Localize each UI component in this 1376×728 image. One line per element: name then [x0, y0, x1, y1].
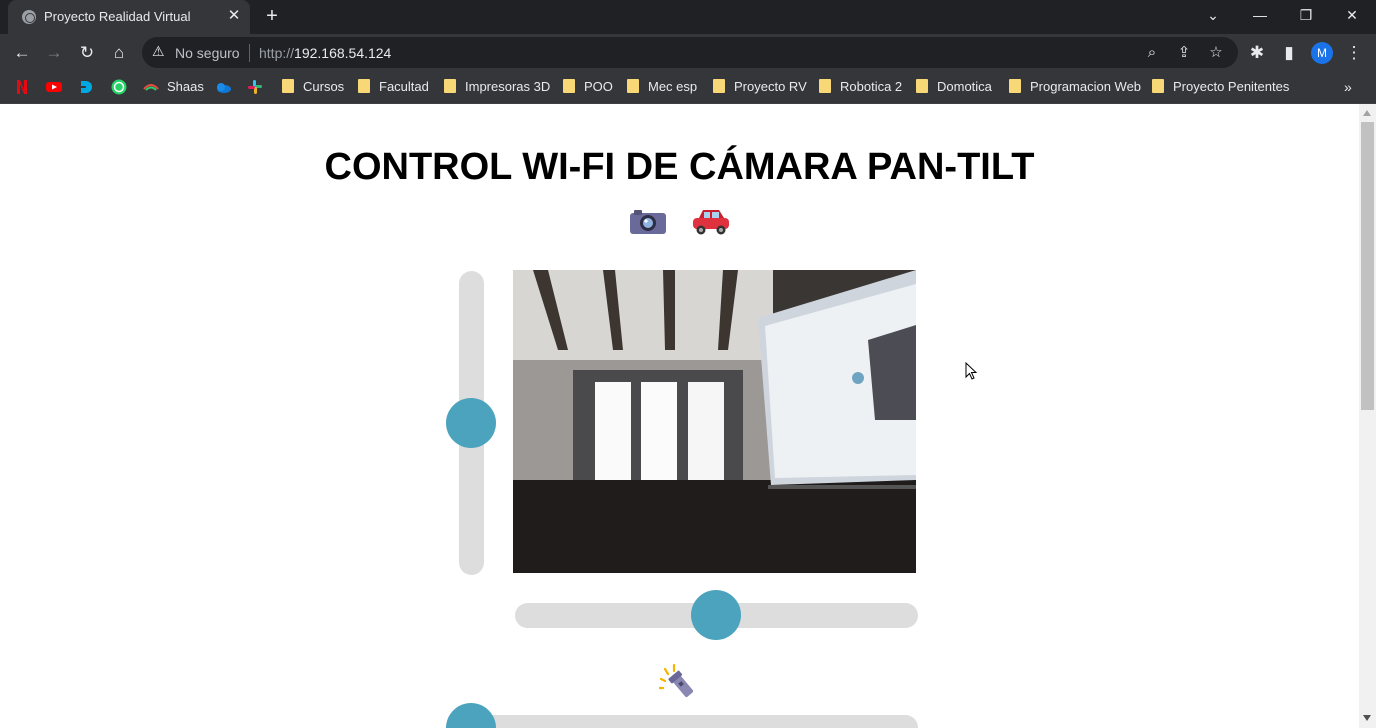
- pan-slider-thumb[interactable]: [691, 590, 741, 640]
- tab-strip: Proyecto Realidad Virtual ✕ + ⌄ — ❐ ✕: [0, 0, 1376, 34]
- url-text[interactable]: http://192.168.54.124: [259, 45, 391, 61]
- bookmarks-bar: Shaas Cursos Facultad Impresoras 3D POO …: [0, 71, 1376, 104]
- folder-icon: [1152, 79, 1164, 93]
- bookmark-folder-impresoras[interactable]: Impresoras 3D: [444, 77, 550, 97]
- menu-icon[interactable]: ⋮: [1342, 41, 1366, 65]
- bookmark-folder-proyecto-penitentes[interactable]: Proyecto Penitentes: [1152, 77, 1289, 97]
- tab-close-icon[interactable]: ✕: [226, 8, 242, 24]
- youtube-icon[interactable]: [46, 79, 62, 95]
- folder-icon: [627, 79, 639, 93]
- bookmark-folder-proyecto-rv[interactable]: Proyecto RV: [713, 77, 807, 97]
- star-icon[interactable]: ☆: [1206, 43, 1226, 63]
- extensions-icon[interactable]: ✱: [1245, 41, 1269, 65]
- tilt-slider-thumb[interactable]: [446, 398, 496, 448]
- tab-title: Proyecto Realidad Virtual: [44, 9, 191, 24]
- back-icon[interactable]: ←: [10, 41, 34, 65]
- folder-icon: [1009, 79, 1021, 93]
- folder-icon: [282, 79, 294, 93]
- restore-button[interactable]: ❐: [1293, 4, 1319, 26]
- scrollbar-thumb[interactable]: [1361, 122, 1374, 410]
- whatsapp-icon[interactable]: [111, 79, 127, 95]
- bookmark-folder-facultad[interactable]: Facultad: [358, 77, 429, 97]
- camera-icon: [630, 210, 666, 234]
- bookmark-folder-domotica[interactable]: Domotica: [916, 77, 992, 97]
- page-content: CONTROL WI-FI DE CÁMARA PAN-TILT: [0, 104, 1359, 728]
- bookmark-folder-mec-esp[interactable]: Mec esp: [627, 77, 697, 97]
- profile-avatar[interactable]: M: [1311, 42, 1333, 64]
- folder-icon: [444, 79, 456, 93]
- folder-icon: [563, 79, 575, 93]
- divider: [249, 44, 250, 62]
- home-icon[interactable]: ⌂: [107, 41, 131, 65]
- shaas-icon[interactable]: [143, 79, 159, 95]
- page-title: CONTROL WI-FI DE CÁMARA PAN-TILT: [324, 146, 1035, 188]
- tab-search-icon[interactable]: ⌄: [1200, 4, 1226, 26]
- bookmark-folder-poo[interactable]: POO: [563, 77, 613, 97]
- scroll-up-icon[interactable]: [1363, 110, 1371, 116]
- folder-icon: [358, 79, 370, 93]
- close-window-button[interactable]: ✕: [1339, 4, 1365, 26]
- scroll-down-icon[interactable]: [1363, 715, 1371, 721]
- new-tab-button[interactable]: +: [262, 6, 282, 26]
- warning-icon[interactable]: ⚠: [152, 43, 165, 60]
- car-icon: [693, 210, 729, 235]
- folder-icon: [713, 79, 725, 93]
- address-bar[interactable]: ⚠ No seguro http://192.168.54.124 ⌕ ⇪ ☆: [142, 37, 1238, 68]
- tab-active[interactable]: Proyecto Realidad Virtual ✕: [8, 0, 250, 34]
- forward-icon[interactable]: →: [42, 41, 66, 65]
- bookmark-folder-cursos[interactable]: Cursos: [282, 77, 344, 97]
- light-slider-thumb[interactable]: [446, 703, 496, 728]
- camera-stream-image: [513, 270, 916, 573]
- more-bookmarks-icon[interactable]: »: [1344, 77, 1352, 97]
- onedrive-icon[interactable]: [215, 79, 231, 95]
- slack-icon[interactable]: [247, 79, 263, 95]
- netflix-icon[interactable]: [14, 79, 30, 95]
- folder-icon: [819, 79, 831, 93]
- bookmark-folder-programacion-web[interactable]: Programacion Web: [1009, 77, 1141, 97]
- minimize-button[interactable]: —: [1247, 4, 1273, 26]
- folder-icon: [916, 79, 928, 93]
- mouse-cursor-icon: [965, 362, 978, 380]
- side-panel-icon[interactable]: ▮: [1277, 41, 1301, 65]
- bookmark-shaas[interactable]: Shaas: [167, 77, 204, 97]
- reload-icon[interactable]: ↻: [75, 41, 99, 65]
- app-icon[interactable]: [78, 79, 94, 95]
- share-icon[interactable]: ⇪: [1174, 43, 1194, 63]
- light-slider[interactable]: [459, 715, 918, 728]
- page-scrollbar[interactable]: [1359, 104, 1376, 728]
- globe-icon: [22, 10, 36, 24]
- flashlight-icon: [659, 663, 694, 698]
- security-label[interactable]: No seguro: [175, 45, 240, 61]
- zoom-icon[interactable]: ⌕: [1142, 43, 1162, 63]
- browser-toolbar: ← → ↻ ⌂ ⚠ No seguro http://192.168.54.12…: [0, 34, 1376, 71]
- bookmark-folder-robotica[interactable]: Robotica 2: [819, 77, 902, 97]
